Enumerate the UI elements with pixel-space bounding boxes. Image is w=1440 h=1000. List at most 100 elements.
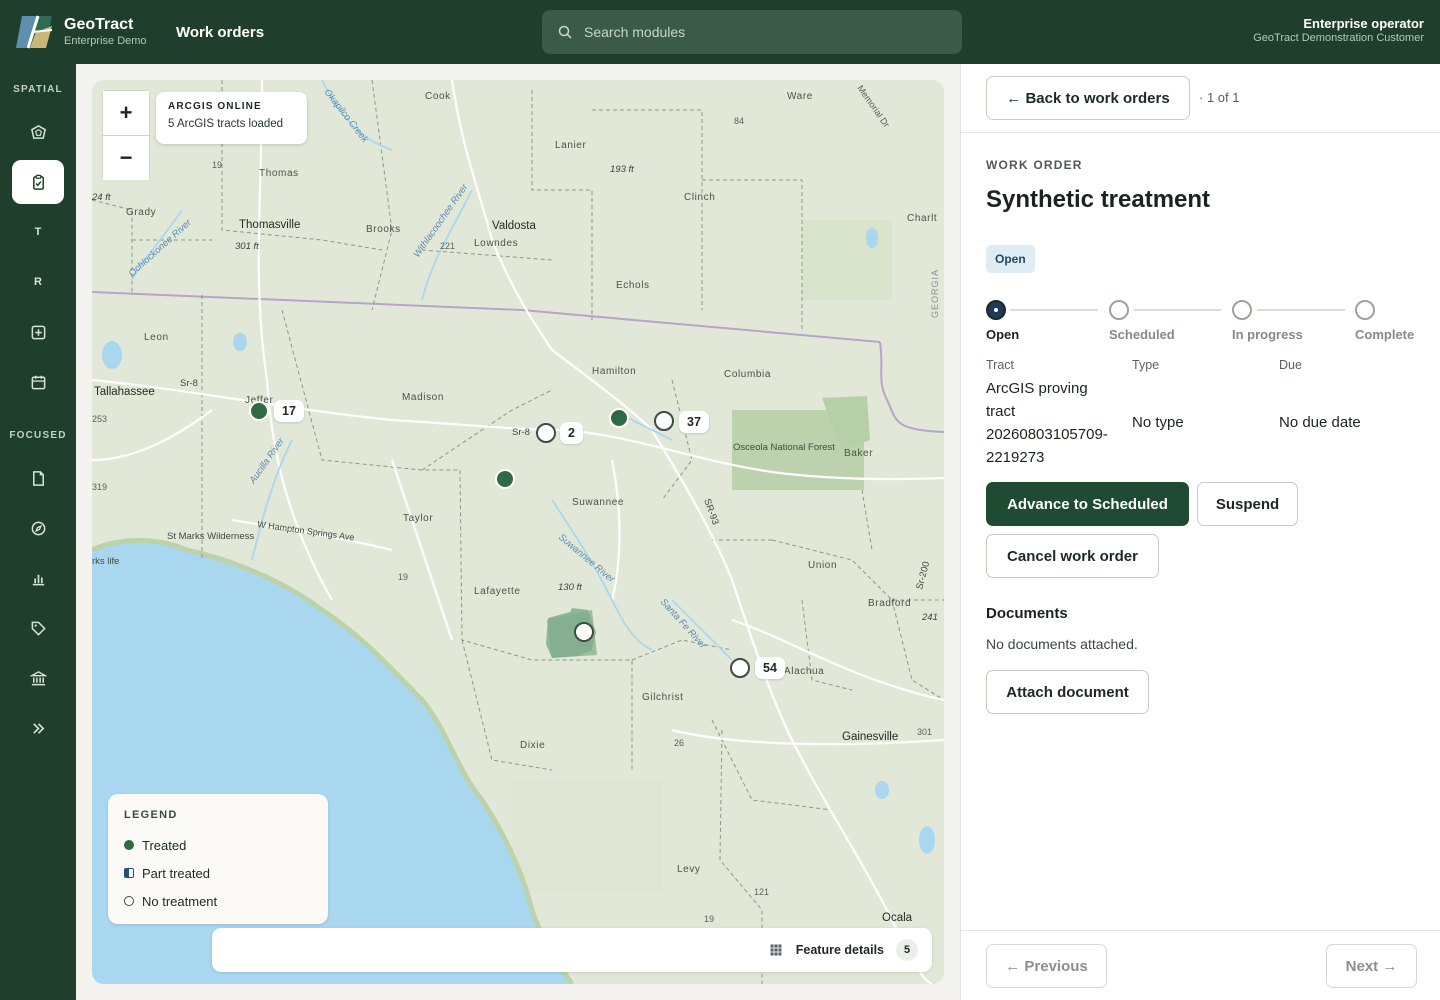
next-button[interactable]: Next →	[1326, 944, 1417, 988]
step-scheduled: Scheduled	[1109, 300, 1175, 342]
search-icon	[558, 25, 572, 39]
zoom-out-button[interactable]: −	[103, 136, 149, 180]
marker-label-37[interactable]: 37	[679, 411, 709, 433]
tract-header: Tract	[986, 358, 1015, 372]
sidebar-item-add[interactable]	[12, 310, 64, 354]
map-label-r19: 19	[212, 160, 222, 170]
map-view[interactable]: Cook Ware Lanier Thomas Clinch Grady Cha…	[92, 80, 944, 984]
treated-swatch-icon	[124, 840, 134, 850]
sidebar-section-focused: FOCUSED	[9, 430, 67, 441]
map-label-baker: Baker	[844, 448, 873, 459]
map-legend: LEGEND Treated Part treated No treatment	[108, 794, 328, 924]
documents-empty-state: No documents attached.	[986, 636, 1138, 652]
step-current-icon	[986, 300, 1006, 320]
step-pending-icon	[1232, 300, 1252, 320]
tract-marker-treated-a[interactable]	[609, 408, 629, 428]
legend-title: LEGEND	[124, 809, 178, 821]
map-label-grady: Grady	[126, 207, 156, 218]
sidebar-item-t[interactable]: T	[12, 210, 64, 254]
cancel-work-order-button[interactable]: Cancel work order	[986, 534, 1159, 578]
tract-marker-selected[interactable]	[574, 622, 594, 642]
map-label-suwannee: Suwannee	[572, 497, 624, 508]
advance-to-scheduled-button[interactable]: Advance to Scheduled	[986, 482, 1189, 526]
map-label-charlton: Charlt	[907, 213, 937, 224]
sidebar-item-calendar[interactable]	[12, 360, 64, 404]
documents-heading: Documents	[986, 605, 1068, 622]
module-title: Work orders	[176, 23, 265, 41]
chevrons-right-icon	[32, 722, 44, 734]
map-label-alachua: Alachua	[784, 666, 824, 677]
polygon-icon	[30, 124, 46, 139]
previous-button[interactable]: ← Previous	[986, 944, 1107, 988]
legend-label: Part treated	[142, 865, 210, 881]
map-label-r84: 84	[734, 116, 744, 126]
tract-marker-37[interactable]	[654, 411, 674, 431]
no-treatment-swatch-icon	[124, 896, 134, 906]
tract-marker-54[interactable]	[730, 658, 750, 678]
feature-details-label: Feature details	[795, 943, 884, 957]
suspend-button[interactable]: Suspend	[1197, 482, 1298, 526]
marker-label-54[interactable]: 54	[755, 657, 785, 679]
map-label-24ft: 24 ft	[92, 192, 111, 203]
work-order-panel: ← Back to work orders · 1 of 1 WORK ORDE…	[960, 64, 1440, 1000]
sidebar-item-tags[interactable]	[12, 606, 64, 650]
map-label-thomas: Thomas	[259, 168, 299, 179]
sidebar-item-documents[interactable]	[12, 456, 64, 500]
type-value: No type	[1132, 414, 1184, 431]
map-label-r121: 121	[754, 887, 769, 897]
feature-details-toggle[interactable]: Feature details 5	[212, 928, 932, 972]
record-pager: · 1 of 1	[1199, 90, 1240, 105]
step-label: Scheduled	[1109, 327, 1175, 342]
zoom-control: + −	[102, 90, 150, 180]
map-label-brooks: Brooks	[366, 224, 401, 235]
map-label-columbia: Columbia	[724, 369, 771, 380]
zoom-in-button[interactable]: +	[103, 91, 149, 135]
map-label-cook: Cook	[425, 91, 451, 102]
attach-document-button[interactable]: Attach document	[986, 670, 1149, 714]
map-label-130ft: 130 ft	[558, 582, 582, 593]
tract-marker-2[interactable]	[536, 423, 556, 443]
sidebar-item-tracts[interactable]	[12, 110, 64, 154]
panel-header: ← Back to work orders · 1 of 1	[961, 64, 1440, 133]
feature-count-badge: 5	[896, 939, 918, 961]
sidebar-expand-button[interactable]	[12, 706, 64, 750]
calendar-icon	[31, 375, 45, 389]
back-to-work-orders-button[interactable]: ← Back to work orders	[986, 76, 1190, 120]
sidebar-item-explore[interactable]	[12, 506, 64, 550]
sidebar-item-r[interactable]: R	[12, 260, 64, 304]
sidebar-item-institution[interactable]	[12, 656, 64, 700]
marker-label-2[interactable]: 2	[560, 422, 583, 444]
tract-marker-17[interactable]	[249, 401, 269, 421]
map-label-241: 241	[921, 612, 938, 623]
stepper-line	[1257, 309, 1345, 311]
map-label-osceola: Osceola National Forest	[733, 442, 835, 453]
data-source-title: ARCGIS ONLINE	[168, 101, 262, 112]
stepper-line	[1010, 309, 1098, 311]
bank-icon	[29, 670, 47, 685]
stepper-line	[1134, 309, 1221, 311]
top-bar: GeoTract Enterprise Demo Work orders Ent…	[0, 0, 1440, 64]
map-label-gainesville: Gainesville	[842, 731, 898, 743]
map-label-r301: 301	[917, 727, 932, 737]
map-label-ocala: Ocala	[882, 912, 913, 924]
tract-value-line: 2219273	[986, 449, 1045, 466]
map-label-tallahassee: Tallahassee	[94, 386, 155, 398]
tract-value[interactable]: ArcGIS proving tract 20260803105709- 221…	[986, 377, 1126, 469]
sidebar-item-work-orders[interactable]	[12, 160, 64, 204]
work-order-title: Synthetic treatment	[986, 186, 1211, 213]
panel-footer: ← Previous Next →	[961, 930, 1440, 1000]
module-search[interactable]	[542, 10, 962, 54]
tract-value-line: 20260803105709-	[986, 426, 1108, 443]
tract-value-line: ArcGIS proving	[986, 380, 1088, 397]
document-icon	[32, 470, 44, 486]
tract-marker-treated-b[interactable]	[495, 469, 515, 489]
sidebar-item-reports[interactable]	[12, 556, 64, 600]
step-open: Open	[986, 300, 1019, 342]
marker-label-17[interactable]: 17	[274, 400, 304, 422]
search-input[interactable]	[584, 24, 944, 40]
map-label-thomasville: Thomasville	[239, 219, 300, 231]
map-label-r319: 319	[92, 482, 107, 492]
map-label-stmarks: St Marks Wilderness	[167, 531, 254, 542]
user-menu[interactable]: Enterprise operator GeoTract Demonstrati…	[1253, 16, 1424, 44]
brand[interactable]: GeoTract Enterprise Demo	[16, 14, 176, 50]
